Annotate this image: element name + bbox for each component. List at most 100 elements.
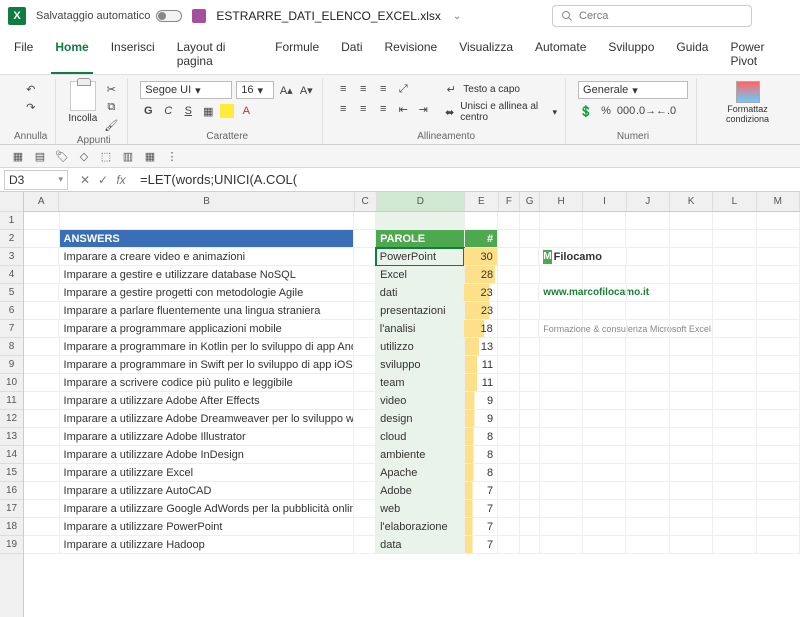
cell[interactable] — [713, 410, 756, 428]
row-header[interactable]: 15 — [0, 464, 23, 482]
cell[interactable] — [24, 410, 60, 428]
cell[interactable]: data — [376, 536, 465, 554]
table-row[interactable]: Imparare a gestire e utilizzare database… — [24, 266, 800, 284]
cell[interactable] — [627, 248, 670, 266]
cell[interactable] — [540, 500, 583, 518]
tab-dati[interactable]: Dati — [337, 36, 366, 74]
cell[interactable] — [583, 446, 626, 464]
cell[interactable]: Excel — [376, 266, 465, 284]
row-header[interactable]: 1 — [0, 212, 23, 230]
cell[interactable] — [713, 356, 756, 374]
cell[interactable] — [583, 374, 626, 392]
row-header[interactable]: 13 — [0, 428, 23, 446]
row-header[interactable]: 18 — [0, 518, 23, 536]
row-header[interactable]: 10 — [0, 374, 23, 392]
cell[interactable] — [498, 338, 520, 356]
cell[interactable]: web — [376, 500, 465, 518]
table-row[interactable]: Imparare a parlare fluentemente una ling… — [24, 302, 800, 320]
cell[interactable] — [583, 482, 626, 500]
cell[interactable]: ANSWERS — [60, 230, 355, 248]
cell[interactable] — [354, 212, 376, 230]
cells-area[interactable]: ANSWERSPAROLE#Imparare a creare video e … — [24, 212, 800, 554]
brand-logo[interactable]: MFilocamo — [539, 248, 583, 266]
cell[interactable] — [670, 266, 713, 284]
cell[interactable] — [520, 230, 540, 248]
brand-url[interactable]: www.marcofilocamo.it — [539, 284, 583, 302]
row-header[interactable]: 8 — [0, 338, 23, 356]
cell[interactable]: 8 — [465, 464, 499, 482]
table-row[interactable]: Imparare a utilizzare PowerPointl'elabor… — [24, 518, 800, 536]
cell[interactable]: 11 — [465, 356, 499, 374]
cell[interactable] — [498, 392, 520, 410]
cell[interactable] — [583, 410, 626, 428]
fill-color-button[interactable] — [220, 104, 234, 118]
col-header-K[interactable]: K — [670, 192, 713, 211]
cell[interactable] — [583, 392, 626, 410]
cell[interactable] — [713, 266, 756, 284]
cell[interactable]: 13 — [465, 338, 499, 356]
decrease-font-button[interactable]: A▾ — [298, 82, 314, 98]
conditional-format-icon[interactable] — [736, 81, 760, 103]
cell[interactable] — [540, 410, 583, 428]
cell[interactable] — [540, 356, 583, 374]
cell[interactable] — [757, 536, 800, 554]
cell[interactable]: video — [376, 392, 465, 410]
indent-dec-button[interactable]: ⇤ — [395, 101, 411, 117]
row-header[interactable]: 5 — [0, 284, 23, 302]
cell[interactable] — [24, 284, 59, 302]
cell[interactable] — [24, 266, 60, 284]
cell[interactable] — [757, 464, 800, 482]
cell[interactable] — [713, 428, 756, 446]
cell[interactable]: Apache — [376, 464, 465, 482]
cell[interactable] — [626, 428, 669, 446]
cell[interactable] — [520, 446, 540, 464]
cell[interactable] — [520, 266, 540, 284]
cell[interactable] — [60, 212, 355, 230]
cell[interactable] — [540, 536, 583, 554]
redo-button[interactable]: ↷ — [23, 99, 39, 115]
col-header-M[interactable]: M — [757, 192, 800, 211]
cell[interactable] — [757, 284, 800, 302]
cell[interactable] — [540, 266, 583, 284]
tab-layout-di-pagina[interactable]: Layout di pagina — [173, 36, 257, 74]
cell[interactable] — [626, 302, 669, 320]
cell[interactable] — [626, 482, 669, 500]
cell[interactable] — [498, 356, 520, 374]
cell[interactable] — [520, 374, 540, 392]
cell[interactable]: 8 — [465, 446, 499, 464]
cell[interactable]: l'elaborazione — [376, 518, 465, 536]
row-header[interactable]: 7 — [0, 320, 23, 338]
cell[interactable] — [757, 338, 800, 356]
column-headers[interactable]: ABCDEFGHIJKLM — [24, 192, 800, 212]
cell[interactable] — [498, 500, 520, 518]
cell[interactable] — [540, 338, 583, 356]
enter-formula-button[interactable]: ✓ — [96, 173, 110, 187]
cell[interactable] — [713, 248, 756, 266]
cell[interactable] — [354, 410, 376, 428]
cell[interactable] — [540, 518, 583, 536]
cell[interactable] — [540, 374, 583, 392]
cell[interactable] — [670, 518, 713, 536]
cell[interactable] — [24, 302, 60, 320]
orientation-button[interactable]: ⤢ — [395, 81, 411, 97]
table-row[interactable]: Imparare a utilizzare ExcelApache8 — [24, 464, 800, 482]
cell[interactable]: Imparare a creare video e animazioni — [59, 248, 354, 266]
cell[interactable]: Imparare a utilizzare AutoCAD — [60, 482, 355, 500]
cell[interactable] — [354, 500, 376, 518]
row-header[interactable]: 4 — [0, 266, 23, 284]
cell[interactable] — [498, 212, 520, 230]
cell[interactable]: sviluppo — [376, 356, 465, 374]
cell[interactable] — [520, 536, 540, 554]
font-color-button[interactable]: A — [238, 103, 254, 119]
cell[interactable] — [713, 320, 756, 338]
cell[interactable] — [520, 428, 540, 446]
cell[interactable] — [626, 446, 669, 464]
cell[interactable]: 9 — [465, 392, 499, 410]
cell[interactable] — [354, 302, 376, 320]
row-header[interactable]: 14 — [0, 446, 23, 464]
cell[interactable] — [498, 248, 520, 266]
cell[interactable]: 7 — [465, 536, 499, 554]
cell[interactable]: Imparare a scrivere codice più pulito e … — [60, 374, 355, 392]
align-bottom-button[interactable]: ≡ — [375, 81, 391, 97]
cell[interactable]: 23 — [464, 284, 498, 302]
